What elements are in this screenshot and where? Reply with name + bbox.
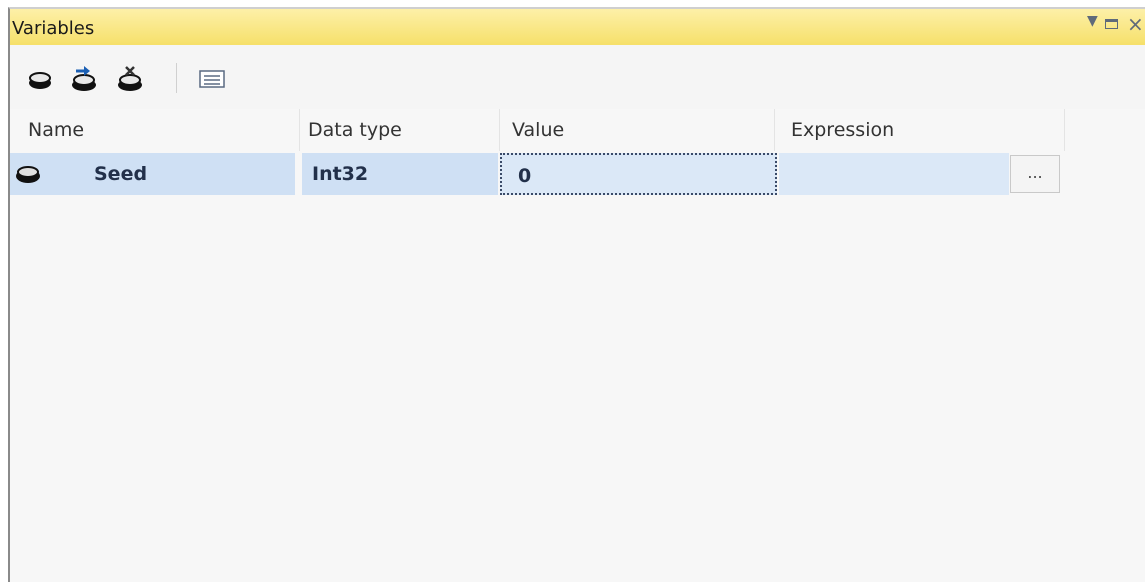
dropdown-icon[interactable]: ▼ — [1087, 13, 1098, 29]
grid-options-button[interactable] — [196, 63, 228, 95]
title-bar: Variables ▼ × — [10, 9, 1145, 45]
add-variable-icon — [29, 72, 51, 89]
table-row[interactable]: Seed Int32 0 ... — [10, 153, 1062, 195]
variable-icon — [16, 166, 40, 183]
data-type-cell[interactable]: Int32 — [302, 153, 498, 195]
close-icon[interactable]: × — [1127, 12, 1144, 36]
column-header-value[interactable]: Value — [500, 109, 775, 151]
delete-variable-icon — [118, 66, 142, 91]
name-cell[interactable]: Seed — [10, 153, 295, 195]
expression-builder-button[interactable]: ... — [1010, 155, 1060, 193]
value-cell[interactable]: 0 — [500, 153, 777, 195]
column-header-data-type[interactable]: Data type — [300, 109, 500, 151]
expression-cell[interactable] — [779, 153, 1009, 195]
grid-options-icon — [199, 70, 225, 88]
column-header-expression[interactable]: Expression — [775, 109, 1065, 151]
add-variable-button[interactable] — [24, 63, 56, 95]
toolbar — [10, 45, 1145, 109]
column-header-name[interactable]: Name — [10, 109, 300, 151]
toolbar-separator — [176, 63, 177, 93]
maximize-icon[interactable] — [1105, 19, 1118, 29]
delete-variable-button[interactable] — [114, 63, 146, 95]
move-variable-button[interactable] — [68, 63, 100, 95]
window-title: Variables — [12, 18, 95, 39]
move-variable-icon — [72, 66, 96, 91]
variable-name: Seed — [94, 163, 148, 185]
variables-window: Variables ▼ × Name Data type Value Expre… — [8, 7, 1145, 582]
variables-grid: Name Data type Value Expression Seed Int… — [10, 109, 1065, 579]
